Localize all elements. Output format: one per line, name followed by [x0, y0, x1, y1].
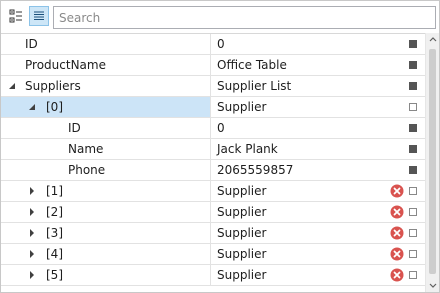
collapsed-arrow-icon[interactable] — [28, 187, 36, 195]
property-row[interactable]: [3] Supplier — [1, 223, 425, 244]
property-name: [1] — [46, 184, 63, 198]
collapsed-arrow-icon[interactable] — [28, 250, 36, 258]
error-icon[interactable] — [390, 268, 404, 282]
property-grid: ID0ProductNameOffice TableSuppliersSuppl… — [0, 0, 440, 293]
scroll-down-button[interactable] — [426, 278, 439, 292]
property-name-cell[interactable]: [5] — [1, 265, 211, 285]
property-value: Supplier — [217, 100, 267, 114]
property-row[interactable]: Suppliers Supplier List — [1, 76, 425, 97]
property-row[interactable]: ID 0 — [1, 118, 425, 139]
categorized-view-button[interactable] — [6, 6, 26, 26]
property-name-cell[interactable]: [2] — [1, 202, 211, 222]
property-name-cell[interactable]: Phone — [1, 160, 211, 180]
property-marker[interactable] — [409, 166, 417, 174]
property-marker[interactable] — [409, 229, 417, 237]
property-value: 2065559857 — [217, 163, 294, 177]
property-value: Supplier — [217, 205, 267, 219]
property-value-cell[interactable]: 2065559857 — [211, 160, 425, 180]
property-value: Supplier List — [217, 79, 292, 93]
property-name: Name — [68, 142, 104, 156]
expanded-arrow-icon[interactable] — [8, 82, 16, 90]
property-name-cell[interactable]: [0] — [1, 97, 211, 117]
property-name: ProductName — [25, 58, 106, 72]
property-value-cell[interactable]: Jack Plank — [211, 139, 425, 159]
property-value-cell[interactable]: Supplier — [211, 97, 425, 117]
property-name-cell[interactable]: [3] — [1, 223, 211, 243]
property-marker[interactable] — [409, 61, 417, 69]
property-value-cell[interactable]: 0 — [211, 34, 425, 54]
alphabetical-view-icon — [34, 11, 44, 20]
error-icon[interactable] — [390, 226, 404, 240]
property-value-cell[interactable]: 0 — [211, 118, 425, 138]
property-value-cell[interactable]: Supplier — [211, 244, 425, 264]
toolbar — [1, 1, 439, 33]
property-value: Supplier — [217, 184, 267, 198]
property-row[interactable]: ProductName Office Table — [1, 55, 425, 76]
property-value-cell[interactable]: Supplier — [211, 181, 425, 201]
scroll-up-icon — [429, 37, 437, 42]
property-name: [5] — [46, 268, 63, 282]
property-name-cell[interactable]: ID — [1, 34, 211, 54]
property-name-cell[interactable]: [1] — [1, 181, 211, 201]
property-name: ID — [25, 37, 38, 51]
property-value: Supplier — [217, 247, 267, 261]
property-value: 0 — [217, 37, 225, 51]
property-name-cell[interactable]: [4] — [1, 244, 211, 264]
scroll-up-button[interactable] — [426, 33, 439, 47]
property-marker[interactable] — [409, 124, 417, 132]
property-marker[interactable] — [409, 82, 417, 90]
property-value-cell[interactable]: Office Table — [211, 55, 425, 75]
property-row[interactable]: ID 0 — [1, 34, 425, 55]
property-list: ID 0 ProductName Office Table Suppliers Suppl… — [1, 33, 425, 292]
error-icon[interactable] — [390, 247, 404, 261]
error-icon[interactable] — [390, 184, 404, 198]
property-name: Suppliers — [25, 79, 81, 93]
property-marker[interactable] — [409, 250, 417, 258]
property-value-cell[interactable]: Supplier — [211, 202, 425, 222]
property-marker[interactable] — [409, 103, 417, 111]
property-marker[interactable] — [409, 145, 417, 153]
scroll-down-icon — [429, 283, 437, 288]
property-value: Supplier — [217, 268, 267, 282]
search-input[interactable] — [53, 6, 436, 29]
property-name: [0] — [46, 100, 63, 114]
property-value: Jack Plank — [217, 142, 278, 156]
property-row[interactable]: Name Jack Plank — [1, 139, 425, 160]
vertical-scrollbar[interactable] — [425, 33, 439, 292]
collapsed-arrow-icon[interactable] — [28, 229, 36, 237]
property-name: [2] — [46, 205, 63, 219]
property-value: Office Table — [217, 58, 287, 72]
property-row[interactable]: [0] Supplier — [1, 97, 425, 118]
property-value: Supplier — [217, 226, 267, 240]
property-name-cell[interactable]: ProductName — [1, 55, 211, 75]
property-row[interactable]: [4] Supplier — [1, 244, 425, 265]
categorized-view-icon — [9, 9, 22, 23]
expanded-arrow-icon[interactable] — [28, 103, 36, 111]
property-row[interactable]: [5] Supplier — [1, 265, 425, 286]
property-marker[interactable] — [409, 208, 417, 216]
collapsed-arrow-icon[interactable] — [28, 208, 36, 216]
property-name-cell[interactable]: Suppliers — [1, 76, 211, 96]
property-row[interactable]: [2] Supplier — [1, 202, 425, 223]
property-name: [4] — [46, 247, 63, 261]
property-marker[interactable] — [409, 271, 417, 279]
property-row[interactable]: Phone 2065559857 — [1, 160, 425, 181]
property-marker[interactable] — [409, 187, 417, 195]
property-name: [3] — [46, 226, 63, 240]
property-row[interactable]: [1] Supplier — [1, 181, 425, 202]
alphabetical-view-button[interactable] — [29, 6, 49, 26]
collapsed-arrow-icon[interactable] — [28, 271, 36, 279]
property-value-cell[interactable]: Supplier List — [211, 76, 425, 96]
property-value: 0 — [217, 121, 225, 135]
property-name: ID — [68, 121, 81, 135]
property-value-cell[interactable]: Supplier — [211, 265, 425, 285]
property-marker[interactable] — [409, 40, 417, 48]
property-name-cell[interactable]: Name — [1, 139, 211, 159]
error-icon[interactable] — [390, 205, 404, 219]
property-name: Phone — [68, 163, 106, 177]
property-name-cell[interactable]: ID — [1, 118, 211, 138]
property-value-cell[interactable]: Supplier — [211, 223, 425, 243]
scroll-thumb[interactable] — [429, 49, 436, 274]
